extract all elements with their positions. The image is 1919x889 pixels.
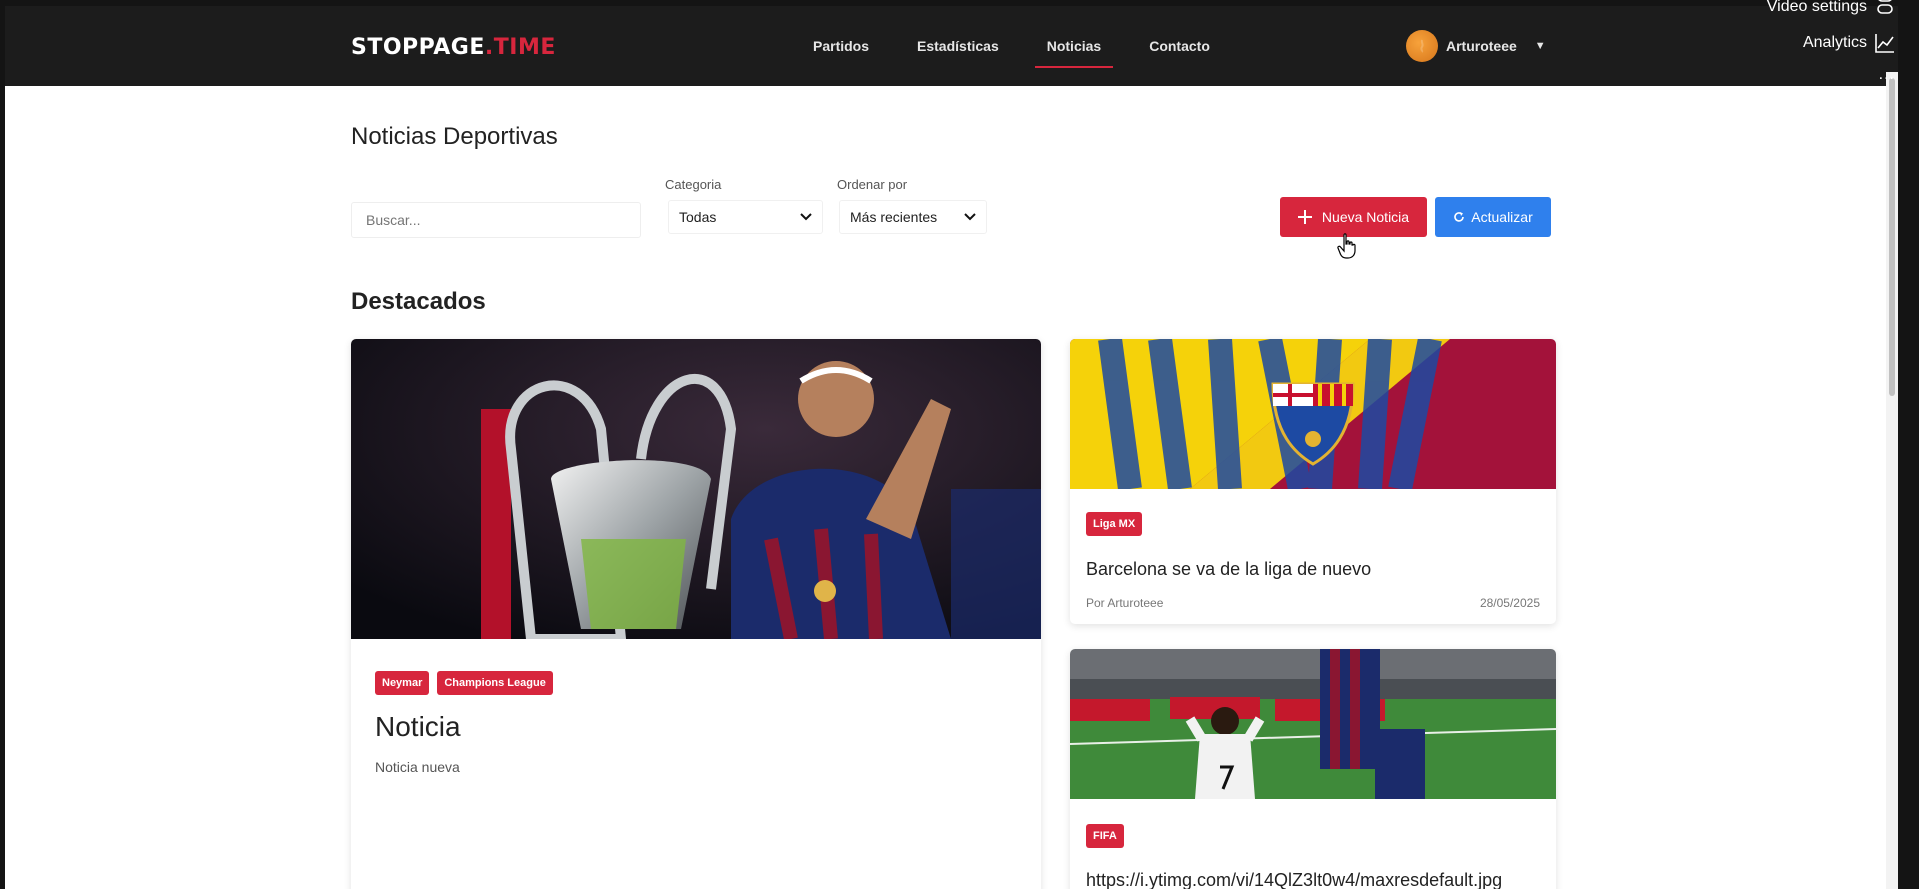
analytics-label: Analytics (1802, 34, 1867, 51)
side-card-tags: Liga MX (1086, 512, 1150, 536)
nav-links: Partidos Estadísticas Noticias Contacto (789, 6, 1234, 86)
line-chart-icon (1875, 34, 1894, 53)
logo-accent: TIME (493, 35, 556, 60)
side-card-headline[interactable]: https://i.ytimg.com/vi/14QlZ3lt0w4/maxre… (1086, 870, 1502, 889)
category-value: Todas (679, 209, 717, 225)
tag-badge[interactable]: Liga MX (1086, 512, 1143, 536)
sort-label: Ordenar por (837, 177, 908, 192)
chevron-down-icon (800, 210, 812, 224)
more-dots-icon[interactable]: ... (1879, 66, 1895, 84)
nav-estadisticas[interactable]: Estadísticas (893, 6, 1023, 86)
nav-partidos[interactable]: Partidos (789, 6, 893, 86)
video-settings-item[interactable]: Video settings (1766, 0, 1895, 15)
plus-icon (1297, 210, 1312, 224)
featured-side-card[interactable]: Liga MX Barcelona se va de la liga de nu… (1070, 339, 1556, 624)
featured-main-tags: Neymar Champions League (375, 671, 561, 695)
sort-value: Más recientes (850, 209, 938, 225)
analytics-item[interactable]: Analytics (1767, 34, 1895, 53)
side-card-date: 28/05/2025 (1479, 596, 1540, 610)
chevron-down-icon (964, 210, 976, 224)
user-menu[interactable]: Arturoteee ▼ (1406, 30, 1546, 62)
side-card-tags: FIFA (1086, 824, 1132, 848)
refresh-label: Actualizar (1471, 209, 1533, 225)
avatar (1406, 30, 1438, 62)
side-card-headline[interactable]: Barcelona se va de la liga de nuevo (1086, 559, 1371, 580)
logo-text: STOPPAGE (351, 35, 485, 60)
side-card-author: Por Arturoteee (1086, 596, 1164, 610)
video-settings-label: Video settings (1766, 0, 1867, 15)
user-icon (1420, 39, 1424, 53)
stadium-player-image (1070, 649, 1556, 799)
featured-main-image (351, 339, 1041, 639)
new-news-button[interactable]: Nueva Noticia (1280, 197, 1427, 237)
featured-main-summary: Noticia nueva (375, 759, 460, 775)
caret-down-icon: ▼ (1534, 40, 1546, 52)
hand-cursor-icon (1337, 233, 1356, 259)
page-title: Noticias Deportivas (351, 123, 558, 150)
featured-main-card[interactable]: Neymar Champions League Noticia Noticia n… (351, 339, 1041, 889)
browser-viewport: STOPPAGE.TIME Partidos Estadísticas Noti… (5, 6, 1898, 889)
navbar: STOPPAGE.TIME Partidos Estadísticas Noti… (5, 6, 1898, 86)
scrollbar-thumb[interactable] (1889, 78, 1895, 396)
refresh-icon (1454, 212, 1465, 222)
featured-main-headline[interactable]: Noticia (375, 711, 461, 743)
category-label: Categoria (665, 177, 722, 192)
section-title-featured: Destacados (351, 288, 486, 315)
user-name: Arturoteee (1446, 38, 1517, 54)
scrollbar-track[interactable] (1886, 72, 1898, 889)
barcelona-crest-image (1070, 339, 1556, 489)
tag-badge[interactable]: Champions League (437, 671, 553, 695)
search-input[interactable] (351, 202, 641, 238)
sliders-icon (1877, 0, 1893, 14)
category-select[interactable]: Todas (668, 200, 823, 234)
tag-badge[interactable]: Neymar (375, 671, 430, 695)
featured-side-card[interactable]: FIFA https://i.ytimg.com/vi/14QlZ3lt0w4/… (1070, 649, 1556, 889)
sort-select[interactable]: Más recientes (839, 200, 987, 234)
nav-noticias[interactable]: Noticias (1023, 6, 1125, 86)
site-logo[interactable]: STOPPAGE.TIME (351, 35, 556, 60)
refresh-button[interactable]: Actualizar (1435, 197, 1551, 237)
window-frame: STOPPAGE.TIME Partidos Estadísticas Noti… (0, 0, 1919, 889)
logo-dot: . (484, 35, 494, 60)
tag-badge[interactable]: FIFA (1086, 824, 1124, 848)
new-news-label: Nueva Noticia (1321, 209, 1410, 225)
video-overlay-menu: Video settings Analytics ... (1766, 0, 1895, 83)
nav-contacto[interactable]: Contacto (1125, 6, 1234, 86)
